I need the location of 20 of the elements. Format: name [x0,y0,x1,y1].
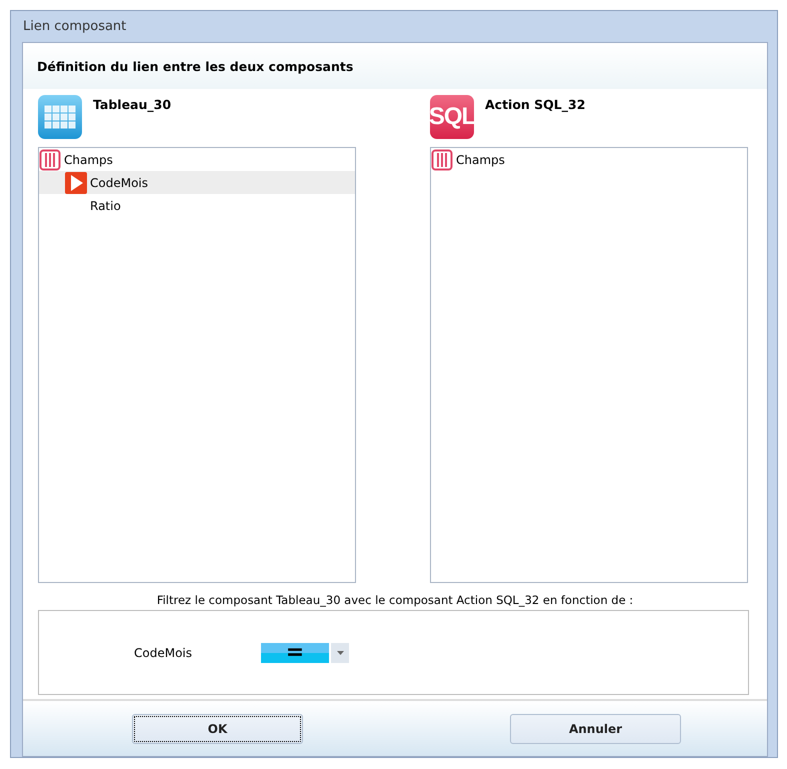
columns-icon [39,148,61,170]
component-title: Tableau_30 [93,97,172,112]
tree-item[interactable]: Champs [431,148,747,171]
cancel-button[interactable]: Annuler [510,714,681,744]
tree-item[interactable]: Ratio [39,194,355,217]
table-icon [38,95,82,139]
sql-icon: SQL [430,95,474,139]
tree-view[interactable]: Champs [430,147,748,583]
window-title: Lien composant [23,19,126,34]
ok-button[interactable]: OK [132,714,303,744]
filter-caption: Filtrez le composant Tableau_30 avec le composant Action SQL_32 en fonction de : [156,593,634,607]
section-heading: Définition du lien entre les deux composants [37,58,354,74]
tree-item[interactable]: Champs [39,148,355,171]
tree-view[interactable]: Champs CodeMois Ratio [38,147,356,583]
tree-item[interactable]: CodeMois [39,171,355,194]
columns-icon [431,148,453,170]
play-icon [65,172,87,194]
caret-icon [336,650,344,654]
component-title: Action SQL_32 [485,97,586,112]
field-label: CodeMois [133,646,194,660]
